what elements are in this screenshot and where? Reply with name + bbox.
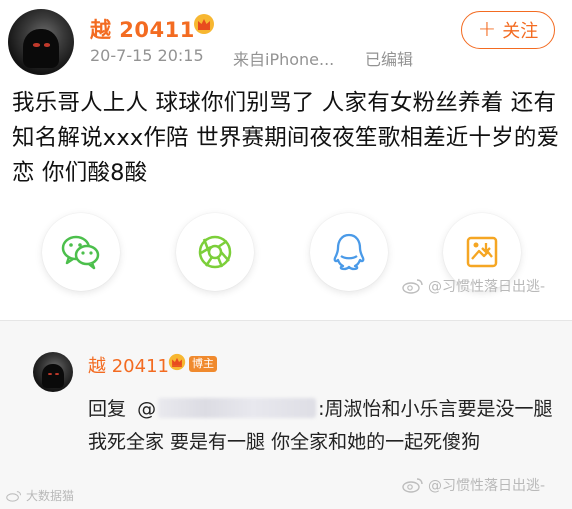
share-qq-button[interactable] <box>310 213 388 291</box>
moments-icon <box>198 235 232 269</box>
post-source: 来自iPhone... <box>233 50 335 69</box>
watermark-bottom-right: @习惯性落日出逃- <box>402 475 545 495</box>
comment-username[interactable]: 越 20411 <box>88 352 169 378</box>
watermark-middle: @习惯性落日出逃- <box>402 276 545 296</box>
share-wechat-button[interactable] <box>42 213 120 291</box>
reply-prefix: 回复 <box>88 398 127 420</box>
watermark-text: @习惯性落日出逃- <box>428 279 546 295</box>
vip-crown-icon <box>193 13 215 35</box>
follow-button[interactable]: + 关注 <box>461 11 555 49</box>
weibo-logo-icon <box>402 279 423 294</box>
avatar-eye <box>54 372 59 375</box>
avatar-eye <box>48 372 53 375</box>
avatar-eye <box>43 43 51 47</box>
post-username[interactable]: 越 20411 <box>90 14 195 44</box>
qq-icon <box>333 233 365 271</box>
weibo-logo-icon <box>402 478 423 493</box>
weibo-post: 越 20411 20-7-15 20:15 来自iPhone... 已编辑 + … <box>0 0 572 300</box>
avatar-figure <box>41 364 65 388</box>
mention-username-redacted[interactable] <box>158 398 317 418</box>
post-edited-label: 已编辑 <box>365 50 414 69</box>
avatar-figure <box>22 28 60 69</box>
wechat-icon <box>61 235 100 270</box>
watermark-text: @习惯性落日出逃- <box>428 478 546 494</box>
watermark-text: 大数据猫 <box>26 489 75 503</box>
mention-at[interactable]: @ <box>137 398 156 420</box>
weibo-logo-icon <box>6 490 22 502</box>
watermark-bottom-left: 大数据猫 <box>6 487 74 504</box>
blogger-badge: 博主 <box>189 356 217 372</box>
post-text: 我乐哥人上人 球球你们别骂了 人家有女粉丝养着 还有知名解说xxx作陪 世界赛期… <box>12 90 560 186</box>
comment-card: 越 20411 博主 回复 @:周淑怡和小乐言要是没一腿我死全家 要是有一腿 你… <box>0 321 572 509</box>
follow-label: 关注 <box>502 21 539 42</box>
plus-icon: + <box>477 17 497 42</box>
share-moments-button[interactable] <box>176 213 254 291</box>
comment-avatar[interactable] <box>33 352 73 392</box>
save-image-icon <box>466 236 498 268</box>
post-timestamp: 20-7-15 20:15 <box>90 46 204 65</box>
avatar[interactable] <box>8 9 74 75</box>
reply-text: 回复 @:周淑怡和小乐言要是没一腿我死全家 要是有一腿 你全家和她的一起死傻狗 <box>88 393 558 459</box>
vip-crown-icon <box>168 353 186 371</box>
avatar-eye <box>33 43 40 47</box>
